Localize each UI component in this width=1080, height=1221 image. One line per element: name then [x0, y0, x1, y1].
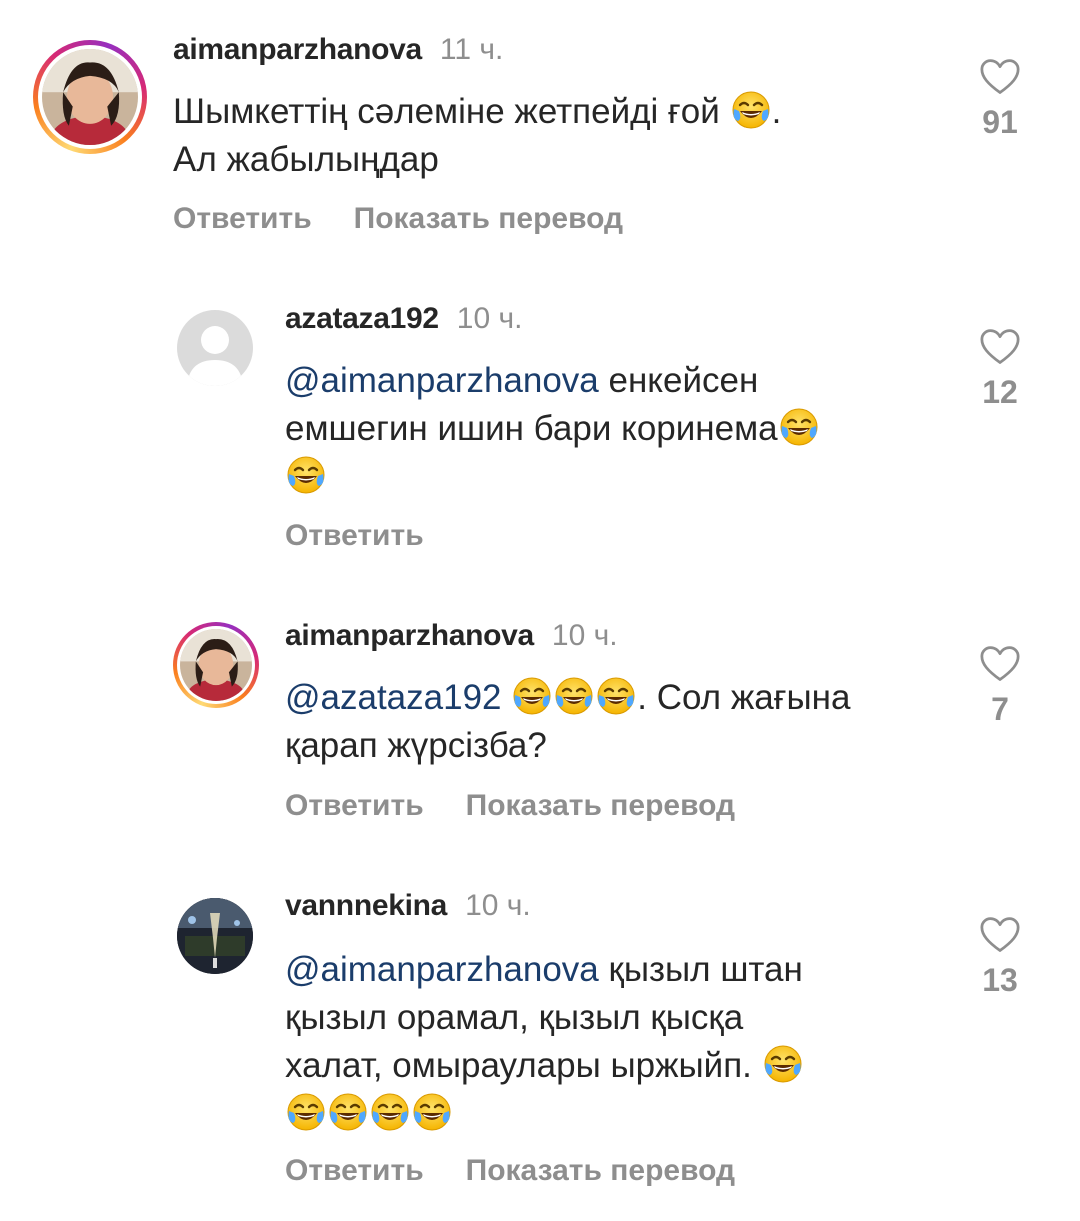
reply-button[interactable]: Ответить: [285, 789, 424, 822]
default-avatar-icon: [187, 326, 243, 386]
like-count: 7: [991, 691, 1009, 727]
avatar[interactable]: [177, 898, 253, 974]
tears-of-joy-emoji-icon: [730, 89, 772, 131]
avatar[interactable]: [177, 310, 253, 386]
tears-of-joy-emoji-icon: [553, 675, 595, 717]
profile-photo: [177, 898, 253, 974]
heart-outline-icon[interactable]: [979, 645, 1021, 683]
comment-1: aimanparzhanova 11 ч. Шымкеттің сәлеміне …: [0, 0, 1080, 260]
show-translation-button[interactable]: Показать перевод: [466, 789, 735, 822]
timestamp: 10 ч.: [551, 619, 618, 652]
comment-text: @azataza192 . Сол жағына қарап жүрсізба?: [285, 674, 945, 770]
show-translation-button[interactable]: Показать перевод: [466, 1154, 735, 1187]
show-translation-button[interactable]: Показать перевод: [354, 202, 623, 235]
profile-photo: [42, 49, 138, 145]
comment-3: aimanparzhanova 10 ч. @azataza192 . Сол ж…: [0, 570, 1080, 860]
avatar[interactable]: [173, 622, 259, 708]
comment-text: Шымкеттің сәлеміне жетпейді ғой . Ал жаб…: [173, 88, 933, 184]
tears-of-joy-emoji-icon: [285, 1091, 327, 1133]
tears-of-joy-emoji-icon: [411, 1091, 453, 1133]
tears-of-joy-emoji-icon: [511, 675, 553, 717]
comment-text: @aimanparzhanova енкейсен емшегин ишин б…: [285, 357, 945, 501]
like-count: 91: [982, 104, 1018, 140]
username[interactable]: vannnekina: [285, 889, 447, 922]
tears-of-joy-emoji-icon: [762, 1043, 804, 1085]
timestamp: 11 ч.: [439, 33, 504, 66]
timestamp: 10 ч.: [456, 302, 523, 335]
heart-outline-icon[interactable]: [979, 328, 1021, 366]
like-count: 12: [982, 374, 1018, 410]
username[interactable]: aimanparzhanova: [173, 33, 422, 66]
reply-button[interactable]: Ответить: [285, 1154, 424, 1187]
reply-button[interactable]: Ответить: [173, 202, 312, 235]
username[interactable]: aimanparzhanova: [285, 619, 534, 652]
avatar[interactable]: [33, 40, 147, 154]
heart-outline-icon[interactable]: [979, 58, 1021, 96]
comment-text: @aimanparzhanova қызыл штан қызыл орамал…: [285, 946, 945, 1138]
mention-link[interactable]: @aimanparzhanova: [285, 361, 599, 400]
mention-link[interactable]: @aimanparzhanova: [285, 950, 599, 989]
mention-link[interactable]: @azataza192: [285, 678, 502, 717]
username[interactable]: azataza192: [285, 302, 439, 335]
tears-of-joy-emoji-icon: [778, 406, 820, 448]
profile-photo: [180, 629, 252, 701]
tears-of-joy-emoji-icon: [327, 1091, 369, 1133]
tears-of-joy-emoji-icon: [285, 454, 327, 496]
timestamp: 10 ч.: [465, 889, 531, 922]
comment-4: vannnekina 10 ч. @aimanparzhanova қызыл ш…: [0, 860, 1080, 1221]
like-count: 13: [982, 962, 1018, 998]
tears-of-joy-emoji-icon: [595, 675, 637, 717]
comment-2: azataza192 10 ч. @aimanparzhanova енкейсе…: [0, 260, 1080, 570]
reply-button[interactable]: Ответить: [285, 519, 424, 552]
tears-of-joy-emoji-icon: [369, 1091, 411, 1133]
heart-outline-icon[interactable]: [979, 916, 1021, 954]
